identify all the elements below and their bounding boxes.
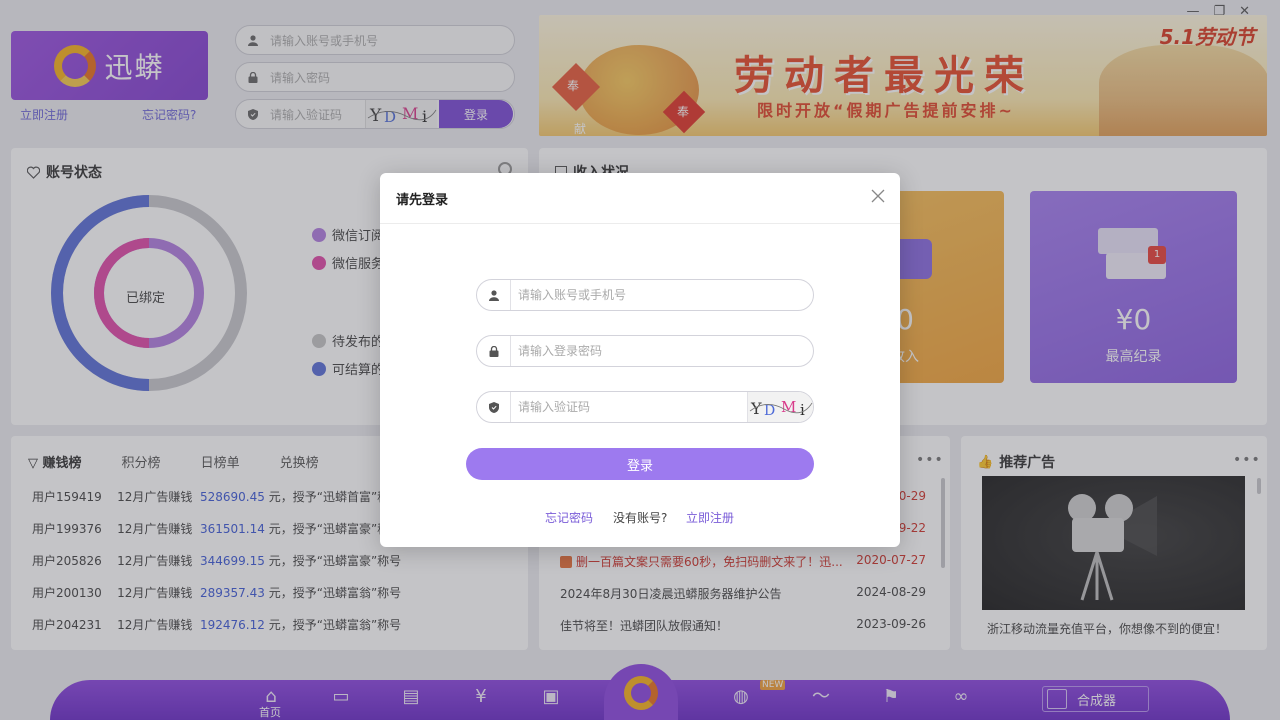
modal-title: 请先登录 — [396, 193, 449, 208]
shield-icon — [477, 392, 511, 422]
modal-close-icon[interactable] — [870, 188, 886, 204]
modal-captcha-image[interactable]: Y D M i — [747, 392, 813, 422]
login-modal: 请先登录 Y D M i 登录 忘记密码 没有账号? — [380, 173, 900, 547]
user-icon — [477, 280, 511, 310]
modal-captcha-input[interactable] — [511, 392, 747, 422]
modal-captcha-field: Y D M i — [476, 391, 814, 423]
modal-account-field — [476, 279, 814, 311]
svg-text:M: M — [781, 398, 796, 416]
modal-login-button[interactable]: 登录 — [466, 448, 814, 480]
svg-text:Y: Y — [750, 399, 762, 418]
modal-account-input[interactable] — [511, 280, 813, 310]
modal-no-account-text: 没有账号? — [613, 511, 668, 525]
modal-register-link[interactable]: 立即注册 — [686, 509, 734, 526]
modal-divider — [380, 223, 900, 224]
svg-text:i: i — [800, 401, 805, 419]
modal-password-input[interactable] — [511, 336, 813, 366]
lock-icon — [477, 336, 511, 366]
modal-forgot-link[interactable]: 忘记密码 — [545, 509, 593, 526]
modal-password-field — [476, 335, 814, 367]
